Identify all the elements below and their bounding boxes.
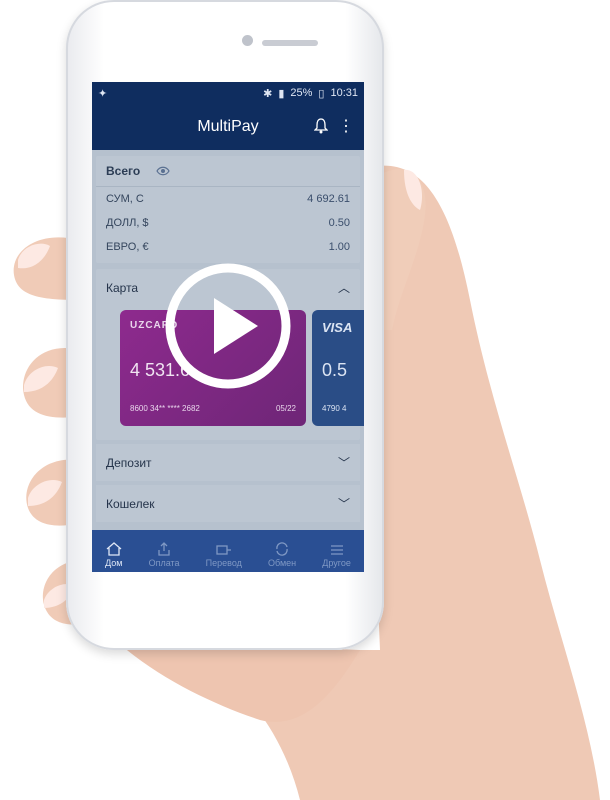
deposit-label: Депозит bbox=[106, 455, 152, 470]
balance-value: 1.00 bbox=[328, 241, 350, 253]
nav-label: Другое bbox=[322, 558, 351, 568]
nav-more[interactable]: Другое bbox=[322, 544, 351, 568]
total-panel: Всего СУМ, С 4 692.61 ДОЛЛ, $ 0.50 ЕВРО,… bbox=[96, 156, 360, 263]
balance-row-sum: СУМ, С 4 692.61 bbox=[96, 187, 360, 211]
exchange-icon bbox=[276, 542, 288, 556]
wallet-section[interactable]: Кошелек ﹀ bbox=[96, 485, 360, 522]
balance-currency: СУМ, С bbox=[106, 193, 144, 205]
balance-currency: ДОЛЛ, $ bbox=[106, 217, 149, 229]
card-brand: VISA bbox=[322, 320, 353, 335]
nav-home[interactable]: Дом bbox=[105, 542, 122, 568]
earpiece-speaker bbox=[262, 40, 318, 46]
card-number: 4790 4 bbox=[322, 404, 347, 413]
balance-row-eur: ЕВРО, € 1.00 bbox=[96, 235, 360, 263]
pay-icon bbox=[158, 542, 170, 556]
notification-icon: ✦ bbox=[98, 87, 108, 100]
card-number: 8600 34** **** 2682 bbox=[130, 404, 200, 413]
bluetooth-icon: ✱ bbox=[263, 87, 273, 100]
total-label: Всего bbox=[106, 164, 141, 178]
bell-icon[interactable] bbox=[314, 118, 328, 134]
menu-icon bbox=[330, 545, 343, 555]
nav-transfer[interactable]: Перевод bbox=[206, 544, 242, 568]
balance-value: 4 692.61 bbox=[307, 193, 350, 205]
battery-level: 25% bbox=[290, 87, 313, 99]
nav-label: Оплата bbox=[148, 558, 180, 568]
bottom-navigation: Дом Оплата Перевод Обмен Другое bbox=[92, 530, 364, 572]
total-header: Всего bbox=[96, 156, 360, 187]
app-title: MultiPay bbox=[197, 118, 259, 135]
cards-label: Карта bbox=[106, 280, 139, 295]
chevron-down-icon: ﹀ bbox=[337, 497, 350, 511]
eye-icon[interactable] bbox=[156, 166, 170, 176]
chevron-down-icon: ﹀ bbox=[337, 456, 350, 470]
more-options-icon[interactable]: ⋮ bbox=[338, 119, 354, 135]
home-icon bbox=[106, 542, 122, 556]
play-video-icon[interactable] bbox=[164, 262, 292, 390]
nav-label: Перевод bbox=[205, 558, 242, 568]
app-bar: MultiPay ⋮ bbox=[92, 104, 364, 150]
nav-label: Дом bbox=[105, 558, 123, 568]
nav-pay[interactable]: Оплата bbox=[149, 542, 180, 568]
status-bar: ✦ ✱ ▮ 25% ▯ 10:31 bbox=[92, 82, 364, 104]
nav-label: Обмен bbox=[268, 558, 297, 568]
wallet-label: Кошелек bbox=[106, 496, 155, 511]
transfer-icon bbox=[216, 545, 231, 555]
clock: 10:31 bbox=[330, 87, 358, 99]
balance-value: 0.50 bbox=[328, 217, 350, 229]
signal-icon: ▮ bbox=[278, 87, 285, 100]
deposit-section[interactable]: Депозит ﹀ bbox=[96, 444, 360, 481]
card-expiry: 05/22 bbox=[275, 404, 296, 413]
front-camera bbox=[242, 35, 253, 46]
nav-exchange[interactable]: Обмен bbox=[268, 542, 296, 568]
balance-currency: ЕВРО, € bbox=[106, 241, 149, 253]
balance-row-usd: ДОЛЛ, $ 0.50 bbox=[96, 211, 360, 235]
visa-card[interactable]: VISA 0.5 4790 4 bbox=[312, 310, 364, 426]
card-balance: 0.5 bbox=[322, 360, 348, 380]
chevron-up-icon: ︿ bbox=[337, 281, 350, 295]
battery-icon: ▯ bbox=[318, 87, 325, 100]
